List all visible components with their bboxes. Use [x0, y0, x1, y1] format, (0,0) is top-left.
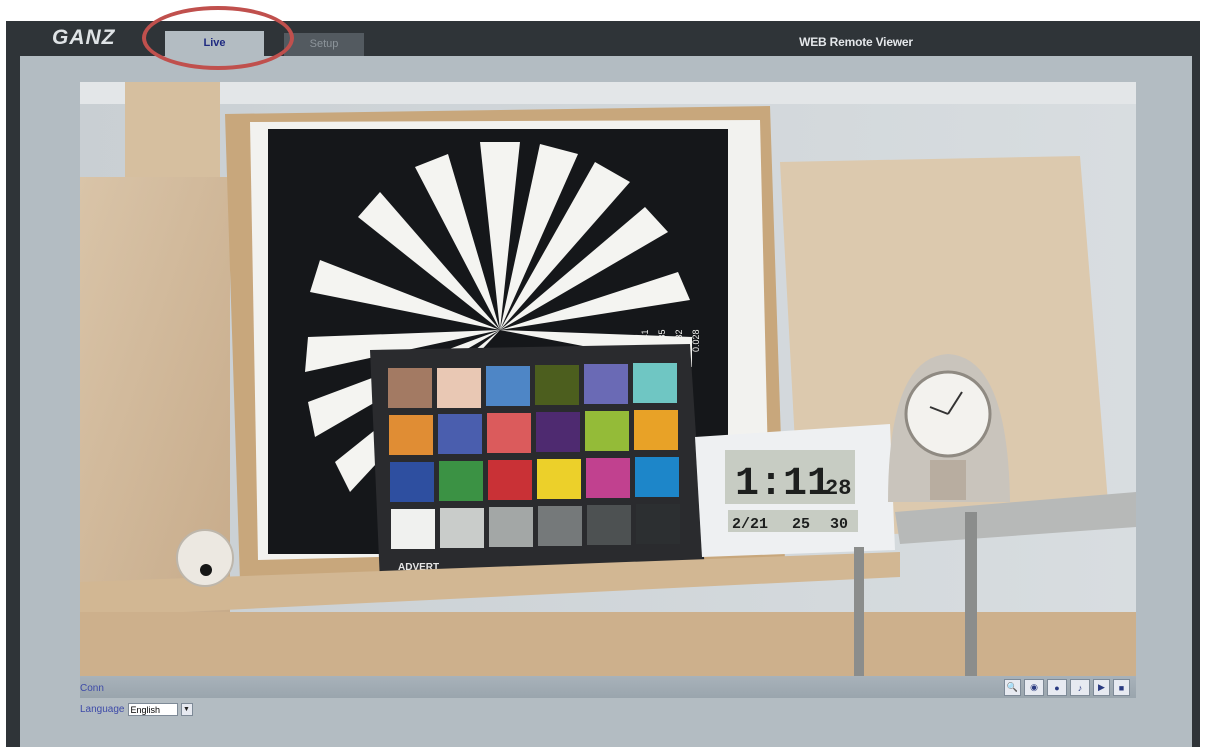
live-video-feed[interactable]: 0.041 0.035 0.032 0.028 ADVERT 1:11 28 2… — [80, 82, 1136, 676]
playback-controls: 🔍 ◉ ● ♪ ▶ ■ — [1004, 679, 1130, 696]
language-label: Language — [80, 703, 125, 715]
language-row: Language English ▼ — [80, 702, 193, 716]
ganz-logo: GANZ — [52, 26, 116, 49]
svg-text:0.028: 0.028 — [691, 329, 701, 352]
play-icon: ▶ — [1098, 682, 1105, 692]
tab-live[interactable]: Live — [165, 31, 264, 56]
stop-button[interactable]: ■ — [1113, 679, 1130, 696]
shelf-front — [80, 612, 1136, 676]
app-window: GANZ Live Setup WEB Remote Viewer 0.041 … — [6, 21, 1200, 747]
play-button[interactable]: ▶ — [1093, 679, 1110, 696]
language-dropdown-button[interactable]: ▼ — [180, 702, 193, 716]
status-bar: Conn 🔍 ◉ ● ♪ ▶ ■ — [80, 676, 1136, 698]
clock-time: 1:11 — [735, 462, 831, 507]
zoom-icon: 🔍 — [1006, 682, 1019, 692]
wire-rack-post-right — [965, 512, 977, 676]
wall-outlet — [176, 529, 234, 587]
audio-icon: ♪ — [1077, 682, 1083, 693]
clock-date: 2/21 — [732, 516, 768, 533]
snapshot-icon: ◉ — [1030, 682, 1038, 692]
app-title: WEB Remote Viewer — [799, 35, 913, 49]
connection-status: Conn — [80, 683, 104, 694]
stop-icon: ■ — [1118, 682, 1125, 693]
record-icon: ● — [1054, 682, 1060, 693]
chevron-down-icon: ▼ — [183, 705, 190, 713]
wall-outlet-hole — [200, 564, 212, 576]
ceiling-strip — [80, 82, 1136, 104]
clock-seconds: 28 — [825, 476, 851, 501]
clock-pendulum — [930, 460, 966, 500]
main-content: 0.041 0.035 0.032 0.028 ADVERT 1:11 28 2… — [20, 56, 1192, 747]
audio-button[interactable]: ♪ — [1070, 679, 1090, 696]
tab-setup[interactable]: Setup — [284, 33, 364, 56]
language-select[interactable]: English — [127, 702, 178, 716]
zoom-button[interactable]: 🔍 — [1004, 679, 1021, 696]
top-bar: GANZ Live Setup WEB Remote Viewer — [6, 21, 1200, 56]
snapshot-button[interactable]: ◉ — [1024, 679, 1044, 696]
clock-humidity: 30 — [830, 516, 848, 533]
record-button[interactable]: ● — [1047, 679, 1067, 696]
clock-temp: 25 — [792, 516, 810, 533]
left-post — [125, 82, 220, 177]
wire-rack-post-left — [854, 547, 864, 676]
